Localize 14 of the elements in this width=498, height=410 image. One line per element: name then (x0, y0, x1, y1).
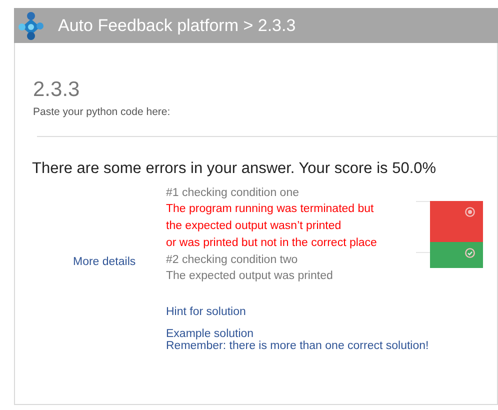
hint-link[interactable]: Hint for solution (166, 306, 497, 318)
logo-icon (18, 10, 44, 40)
more-details-link[interactable]: More details (15, 255, 136, 268)
score-summary: There are some errors in your answer. Your score is 50.0% (32, 160, 438, 178)
solution-note: Remember: there is more than one correct solution! (166, 340, 430, 352)
condition-title: #2 checking condition two (166, 253, 299, 268)
instruction-text: Paste your python code here: (32, 106, 172, 118)
condition-title: #1 checking condition one (166, 186, 300, 201)
condition-message: The program running was terminated but the expected output wasn’t printed or was printed but not in the correct place (166, 202, 378, 251)
condition-message: The expected output was printed (166, 269, 334, 284)
exercise-title: 2.3.3 (32, 78, 81, 102)
example-solution-link[interactable]: Example solution (166, 328, 497, 340)
check-circle-icon (465, 248, 475, 258)
window-title: Auto Feedback platform > 2.3.3 (58, 16, 296, 36)
